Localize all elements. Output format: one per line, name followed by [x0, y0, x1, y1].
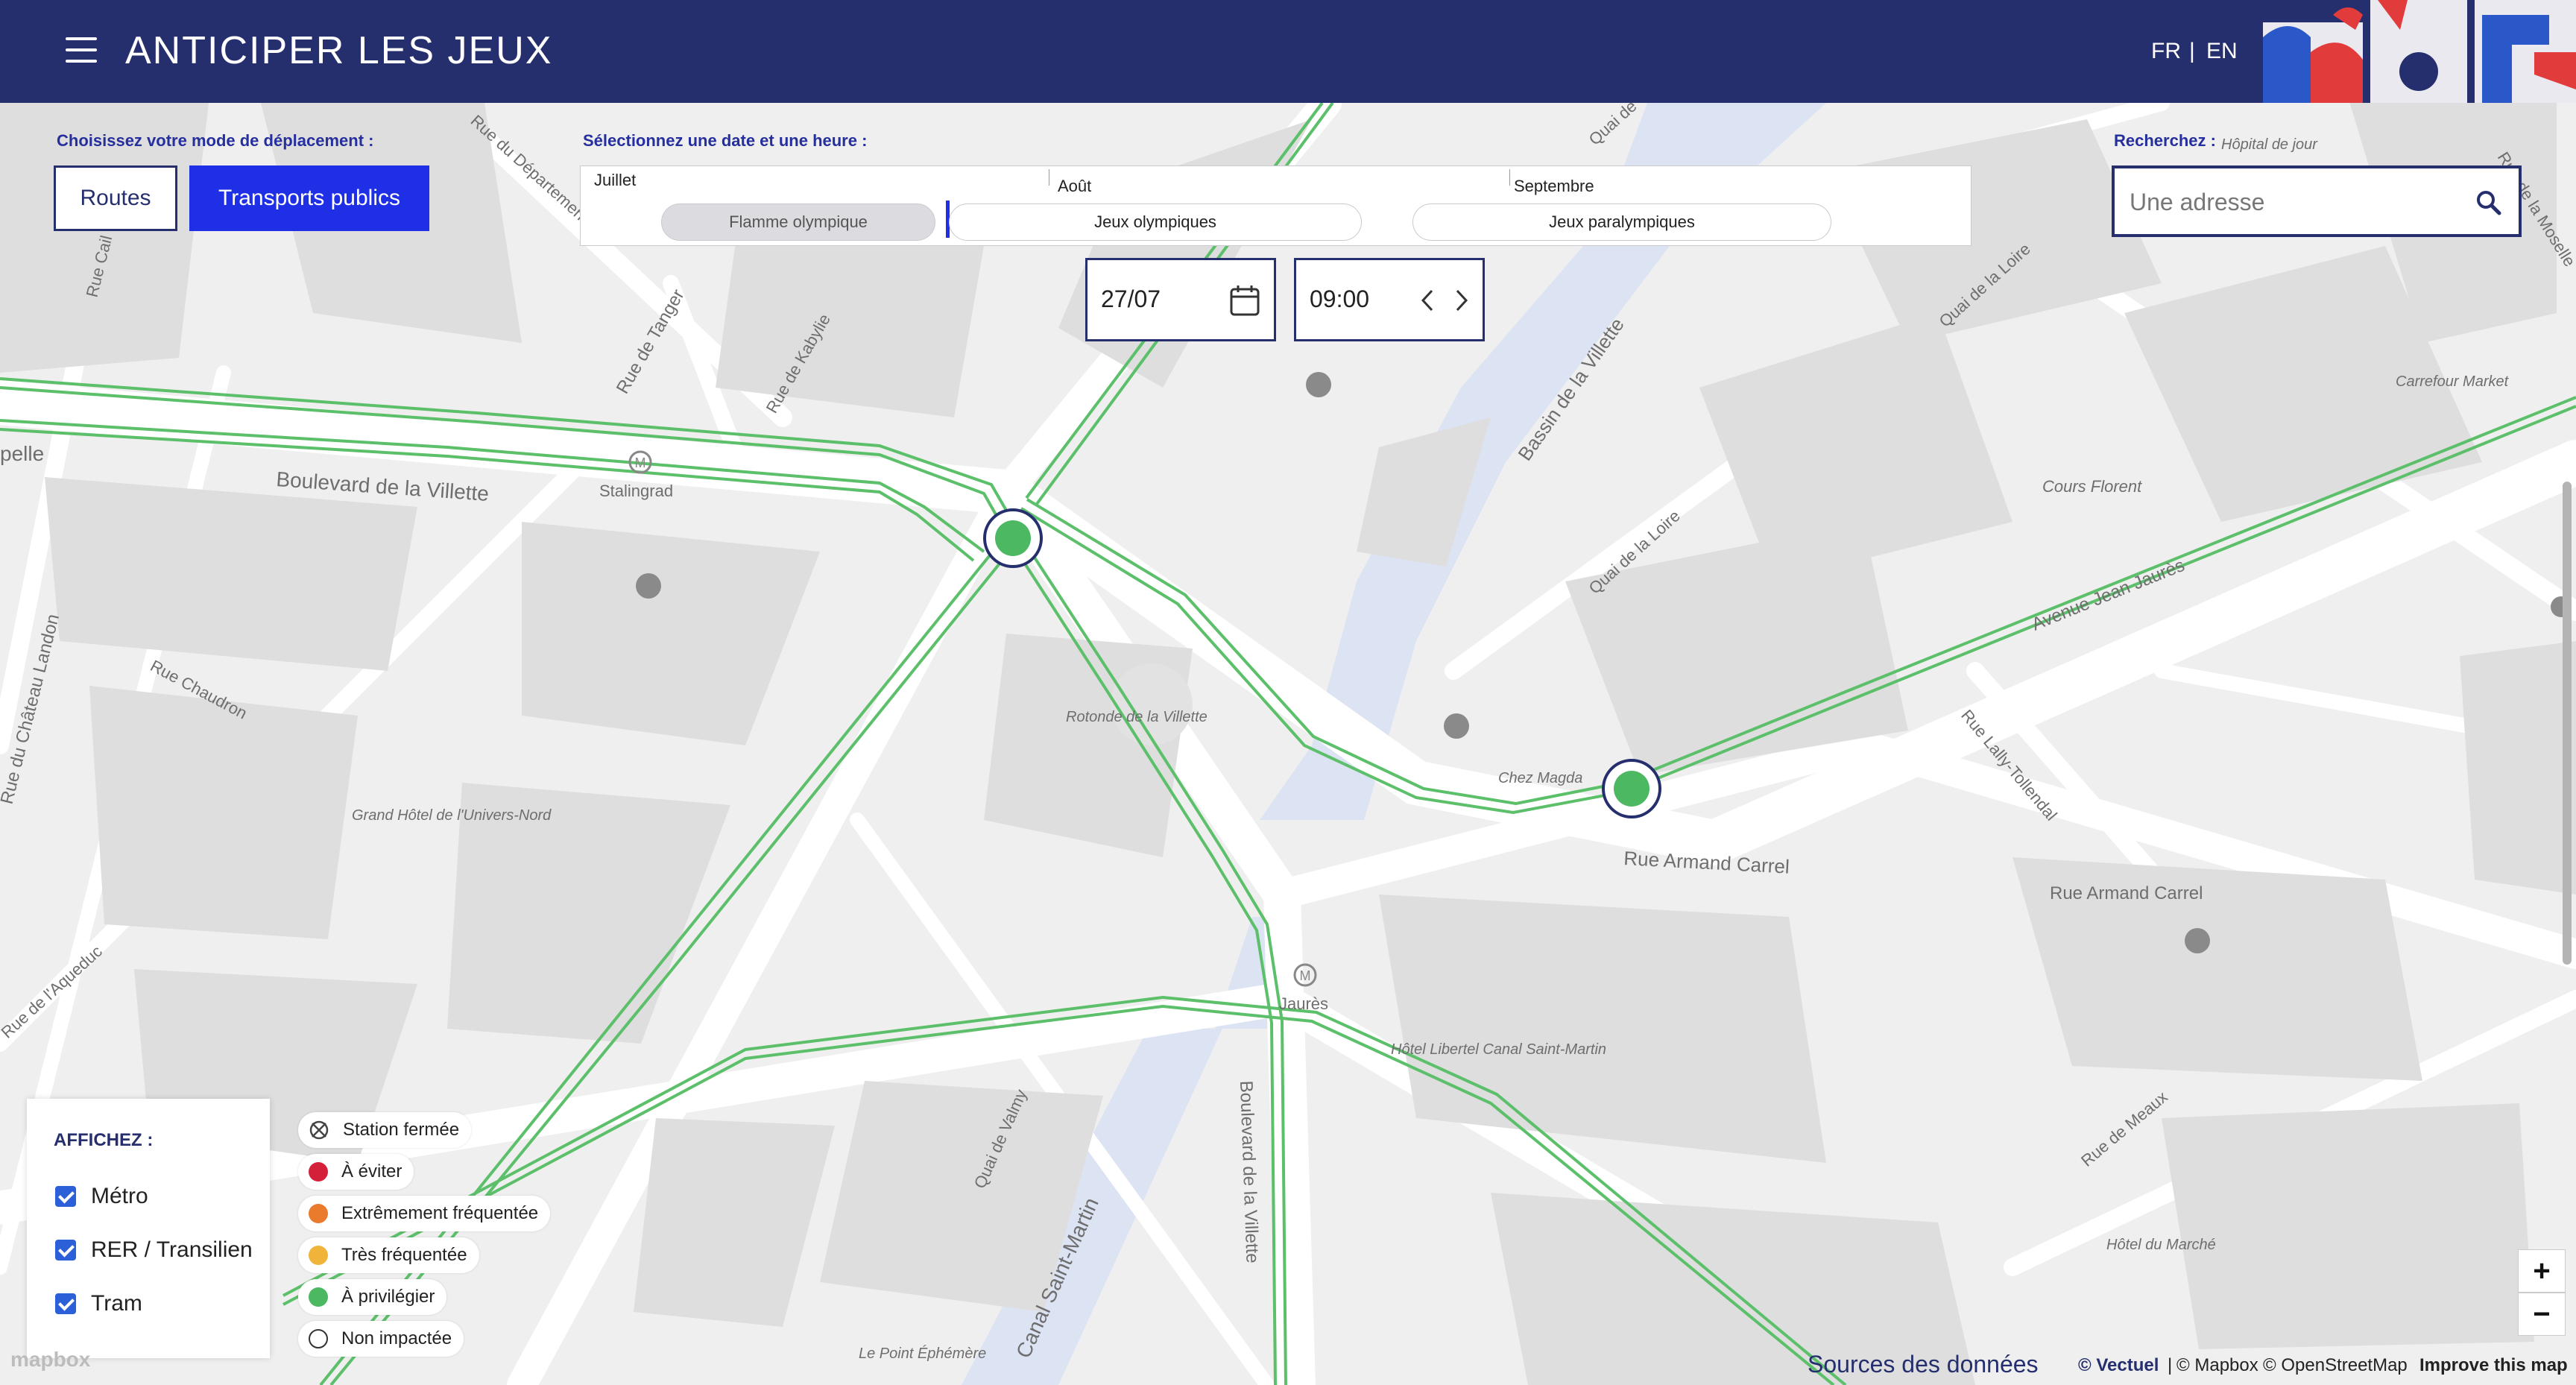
- period-paralympic-games[interactable]: Jeux paralympiques: [1412, 204, 1831, 241]
- search-icon[interactable]: [2475, 189, 2502, 216]
- timeline[interactable]: Juillet Août Septembre Flamme olympique …: [580, 165, 1972, 246]
- month-july: Juillet: [594, 171, 637, 189]
- data-sources-link[interactable]: Sources des données: [1808, 1351, 2039, 1378]
- zoom-out-button[interactable]: −: [2518, 1293, 2566, 1336]
- map-label: Hôtel Libertel Canal Saint-Martin: [1391, 1041, 1606, 1058]
- public-transport-button[interactable]: Transports publics: [189, 165, 429, 231]
- lang-fr-link[interactable]: FR: [2151, 39, 2181, 64]
- bike-icon: [1306, 372, 1331, 397]
- app-title: ANTICIPER LES JEUX: [125, 29, 553, 72]
- date-value: 27/07: [1101, 285, 1161, 312]
- chevron-right-icon[interactable]: [1453, 288, 1471, 312]
- period-olympic-games[interactable]: Jeux olympiques: [949, 204, 1362, 241]
- attribution-separator: |: [2168, 1355, 2173, 1375]
- checkbox[interactable]: [55, 1240, 76, 1261]
- white-dot-icon: [309, 1329, 328, 1348]
- month-august: Août: [1058, 177, 1092, 195]
- legend-recommended: À privilégier: [298, 1279, 447, 1315]
- vectuel-link[interactable]: © Vectuel: [2078, 1355, 2159, 1376]
- display-panel: AFFICHEZ : Métro RER / Transilien Tram: [27, 1099, 270, 1358]
- time-picker[interactable]: 09:00: [1294, 258, 1485, 341]
- paris-2024-logo: [2258, 0, 2576, 103]
- checkbox[interactable]: [55, 1186, 76, 1207]
- map-label: Jaurès: [1279, 994, 1328, 1013]
- month-divider: [1509, 169, 1510, 186]
- legend-extremely-busy: Extrêmement fréquentée: [298, 1196, 551, 1231]
- metro-label: Métro: [91, 1184, 148, 1208]
- legend-label: À éviter: [341, 1161, 402, 1181]
- map-label: Hôtel du Marché: [2106, 1237, 2216, 1253]
- station-stalingrad-marker[interactable]: [983, 508, 1043, 568]
- legend-avoid: À éviter: [298, 1154, 414, 1190]
- osm-link[interactable]: © OpenStreetMap: [2263, 1355, 2408, 1376]
- svg-text:M: M: [635, 455, 646, 470]
- map-label: Carrefour Market: [2396, 373, 2510, 390]
- station-jean-jaures-marker[interactable]: [1602, 759, 1661, 818]
- mapbox-link[interactable]: © Mapbox: [2176, 1355, 2258, 1376]
- bike-icon: [1444, 713, 1469, 739]
- display-title: AFFICHEZ :: [54, 1130, 154, 1150]
- mapbox-logo[interactable]: mapbox: [10, 1348, 90, 1372]
- time-value: 09:00: [1310, 285, 1370, 312]
- search-label: Recherchez :: [2114, 131, 2216, 150]
- green-dot-icon: [309, 1287, 328, 1307]
- bike-icon: [636, 573, 661, 599]
- menu-icon[interactable]: [66, 37, 97, 63]
- date-picker[interactable]: 27/07: [1085, 258, 1276, 341]
- address-search-input[interactable]: [2128, 183, 2466, 221]
- chevron-left-icon[interactable]: [1418, 288, 1436, 312]
- rotonde-shape: [1111, 663, 1193, 745]
- rer-transilien-label: RER / Transilien: [91, 1237, 253, 1262]
- scrollbar[interactable]: [2563, 482, 2572, 965]
- station-closed-icon: [309, 1120, 329, 1140]
- checkbox[interactable]: [55, 1293, 76, 1314]
- lang-en-link[interactable]: EN: [2206, 39, 2238, 64]
- date-label: Sélectionnez une date et une heure :: [583, 131, 868, 150]
- search-box: [2112, 165, 2522, 237]
- lang-separator: |: [2189, 39, 2195, 63]
- month-september: Septembre: [1514, 177, 1594, 195]
- map-label: pelle: [0, 442, 44, 465]
- orange-dot-icon: [309, 1204, 328, 1223]
- tram-label: Tram: [91, 1291, 142, 1316]
- legend-label: Extrêmement fréquentée: [341, 1203, 539, 1223]
- map-label: Rue Armand Carrel: [2050, 883, 2203, 903]
- legend-very-busy: Très fréquentée: [298, 1237, 479, 1273]
- mode-label: Choisissez votre mode de déplacement :: [57, 131, 374, 150]
- legend-station-closed: Station fermée: [298, 1112, 472, 1148]
- legend-label: Station fermée: [343, 1120, 460, 1140]
- map-label: Le Point Éphémère: [859, 1345, 986, 1362]
- rer-transilien-toggle[interactable]: RER / Transilien: [55, 1237, 253, 1263]
- period-olympic-flame[interactable]: Flamme olympique: [661, 204, 935, 241]
- map-label: Chez Magda: [1498, 770, 1582, 786]
- mapbox-logo-text: mapbox: [10, 1348, 91, 1371]
- map-label: Rotonde de la Villette: [1066, 709, 1208, 725]
- header: ANTICIPER LES JEUX FR | EN: [0, 0, 2576, 103]
- legend-label: Non impactée: [341, 1328, 452, 1348]
- legend-label: Très fréquentée: [341, 1245, 467, 1265]
- calendar-icon[interactable]: [1229, 284, 1260, 317]
- map-label: Cours Florent: [2042, 477, 2142, 496]
- bike-icon: [2185, 928, 2210, 953]
- improve-map-link[interactable]: Improve this map: [2419, 1355, 2568, 1376]
- legend-not-impacted: Non impactée: [298, 1321, 464, 1357]
- map-label: Hôpital de jour: [2221, 136, 2318, 153]
- map-label: Grand Hôtel de l'Univers-Nord: [352, 807, 552, 824]
- zoom-in-button[interactable]: +: [2518, 1249, 2566, 1293]
- metro-toggle[interactable]: Métro: [55, 1184, 148, 1209]
- tram-toggle[interactable]: Tram: [55, 1291, 142, 1316]
- map-label: Stalingrad: [599, 482, 673, 500]
- routes-button[interactable]: Routes: [54, 165, 177, 231]
- svg-text:M: M: [1300, 968, 1311, 983]
- legend-label: À privilégier: [341, 1287, 435, 1307]
- yellow-dot-icon: [309, 1246, 328, 1265]
- red-dot-icon: [309, 1162, 328, 1181]
